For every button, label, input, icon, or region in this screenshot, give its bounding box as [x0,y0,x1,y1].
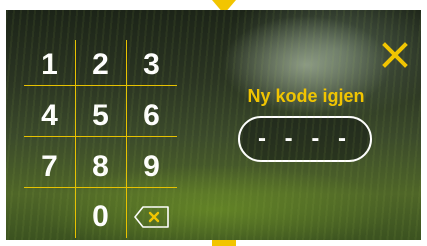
key-7[interactable]: 7 [24,147,75,187]
key-1[interactable]: 1 [24,45,75,85]
key-5[interactable]: 5 [75,96,126,136]
pin-entry-screen: 1 2 3 4 5 6 7 8 9 0 Ny kode igjen - - - … [6,10,421,240]
key-6[interactable]: 6 [126,96,177,136]
pin-code-field[interactable]: - - - - [238,116,372,162]
key-4[interactable]: 4 [24,96,75,136]
key-8[interactable]: 8 [75,147,126,187]
keypad-divider-horizontal [24,136,177,137]
key-9[interactable]: 9 [126,147,177,187]
keypad-divider-horizontal [24,85,177,86]
key-3[interactable]: 3 [126,45,177,85]
backspace-x-icon [134,206,169,228]
bottom-pull-tab-indicator[interactable] [212,240,236,246]
code-prompt-label: Ny kode igjen [247,86,365,106]
keypad-divider-horizontal [24,187,177,188]
backspace-button[interactable] [132,197,172,237]
key-2[interactable]: 2 [75,45,126,85]
numeric-keypad: 1 2 3 4 5 6 7 8 9 0 [24,40,177,238]
close-x-icon [382,42,408,68]
key-0[interactable]: 0 [75,197,126,237]
close-button[interactable] [380,40,410,70]
pin-code-value: - - - - [258,125,352,152]
